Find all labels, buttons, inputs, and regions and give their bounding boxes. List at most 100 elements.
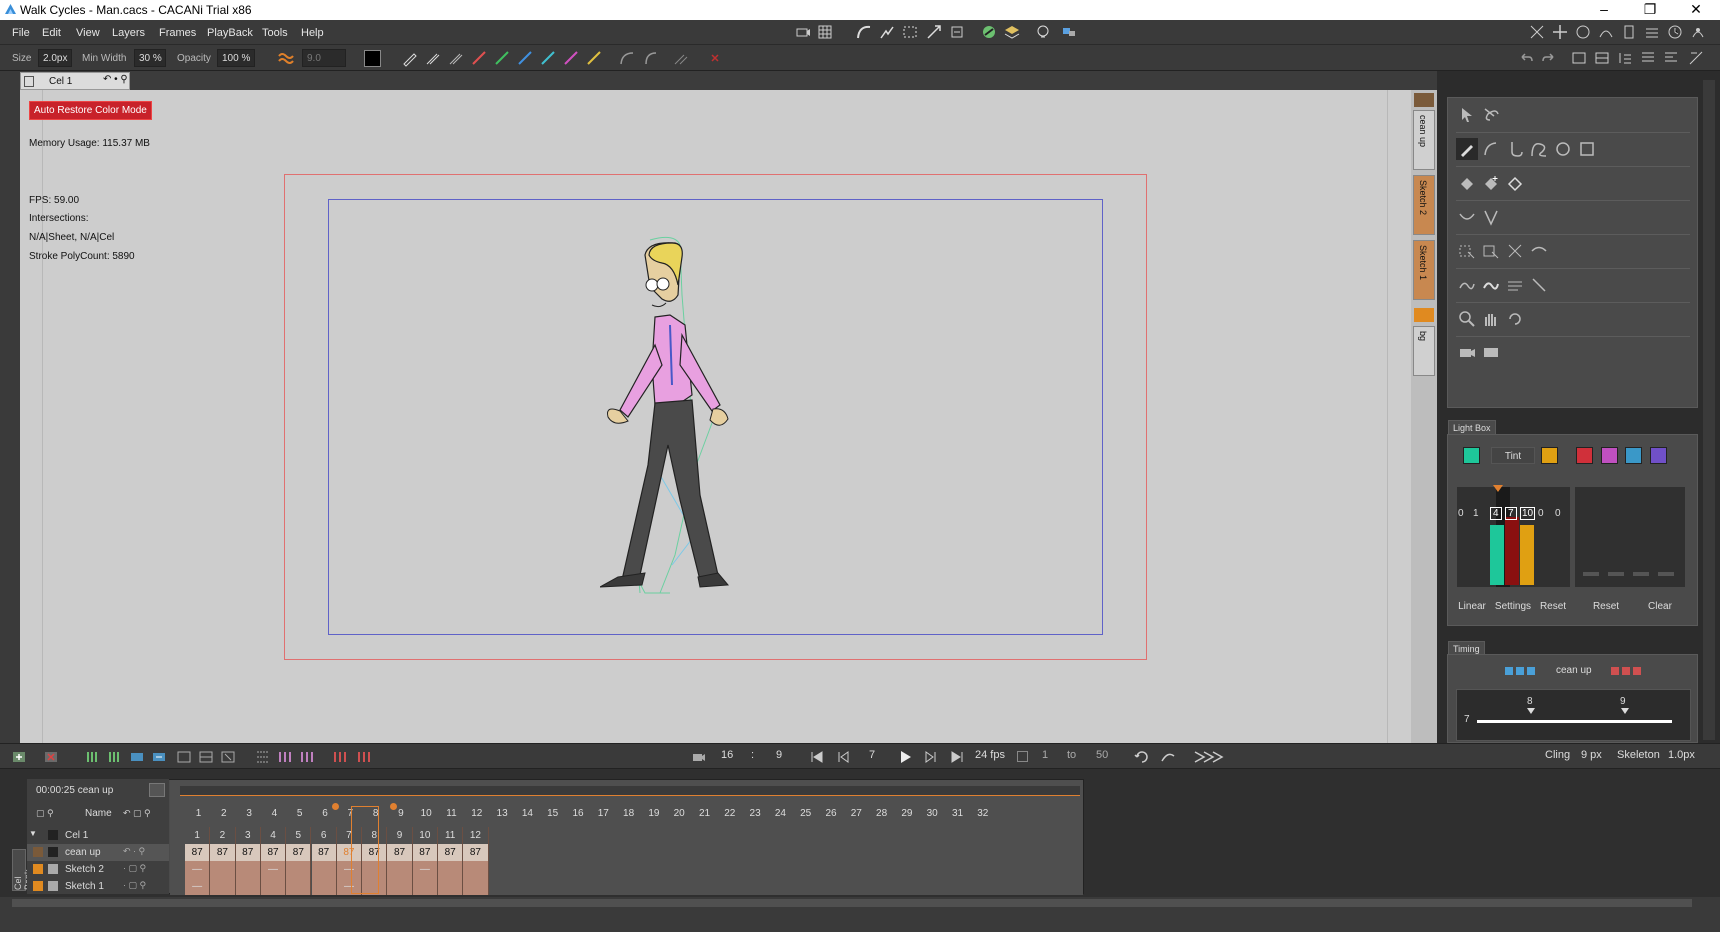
lightbox-orange-swatch[interactable]	[1541, 447, 1558, 464]
insert-frame2-icon[interactable]	[106, 748, 124, 766]
lightbox-cyan-swatch[interactable]	[1625, 447, 1642, 464]
xsheet-cell[interactable]: —	[185, 878, 211, 895]
join-tool-icon[interactable]	[1456, 206, 1478, 228]
frame-op7-icon[interactable]	[276, 748, 294, 766]
timing-marker-8-icon[interactable]	[1527, 708, 1535, 714]
frame-number[interactable]: 18	[615, 808, 642, 819]
range-to[interactable]: 50	[1096, 749, 1108, 761]
xsheet-cell[interactable]	[463, 861, 489, 878]
pen-magenta-icon[interactable]	[562, 49, 580, 67]
xsheet-cell[interactable]: 6	[311, 827, 337, 844]
xsheet-cell[interactable]: 87	[311, 844, 337, 861]
pingpong-icon[interactable]	[1159, 748, 1177, 766]
menu-edit[interactable]: Edit	[42, 27, 61, 39]
step-back-icon[interactable]	[834, 748, 852, 766]
opacity-field[interactable]: 100 %	[217, 49, 255, 67]
xsheet-cell[interactable]	[210, 861, 236, 878]
play-icon[interactable]	[896, 748, 914, 766]
frame-number[interactable]: 11	[438, 808, 465, 819]
frame-op10-icon[interactable]	[355, 748, 373, 766]
panel-f-icon[interactable]	[1687, 49, 1705, 67]
xsheet-cell[interactable]: 87	[412, 844, 438, 861]
fast-forward-icon[interactable]	[1192, 748, 1226, 766]
vertex-tool-icon[interactable]	[1480, 206, 1502, 228]
tool-f-icon[interactable]	[1666, 23, 1684, 41]
panel-b-icon[interactable]	[1593, 49, 1611, 67]
screen-tool-icon[interactable]	[1480, 342, 1502, 364]
xsheet-cell[interactable]	[260, 878, 287, 895]
frame-number[interactable]: 14	[514, 808, 541, 819]
frame-number[interactable]: 25	[792, 808, 819, 819]
smudge3-tool-icon[interactable]	[1504, 274, 1526, 296]
layer-row-icons[interactable]: ↶ · ⚲	[123, 846, 145, 857]
step-forward-icon[interactable]	[922, 748, 940, 766]
current-frame-readout[interactable]: 7	[869, 749, 875, 761]
circle-tool-icon[interactable]	[1552, 138, 1574, 160]
frame-number[interactable]: 23	[742, 808, 769, 819]
pen-yellow-icon[interactable]	[585, 49, 603, 67]
frame-op-icon[interactable]	[128, 748, 146, 766]
frame-number[interactable]: 1	[185, 808, 212, 819]
panel-e-icon[interactable]	[1662, 49, 1680, 67]
xsheet-cell[interactable]	[311, 878, 337, 895]
xsheet-cell[interactable]: 87	[286, 844, 312, 861]
header-lock-icons[interactable]: ▢ ⚲	[36, 808, 54, 819]
frame-number[interactable]: 13	[489, 808, 516, 819]
xsheet-cell[interactable]	[286, 878, 312, 895]
frame-grid[interactable]: 1 2 3 4 5 6 7 8 9 10 11 12 13 14 15 16 17 18 19 20 21 22 23 24 2…	[185, 806, 1085, 895]
undo-icon[interactable]	[1517, 49, 1535, 67]
minimize-button[interactable]: –	[1581, 0, 1627, 20]
zoom-tool-icon[interactable]	[1456, 308, 1478, 330]
marker-dot-icon[interactable]	[390, 803, 397, 810]
xsheet-cell[interactable]: 5	[286, 827, 312, 844]
layer-tab-sketch-2[interactable]: Sketch 2	[1413, 175, 1435, 235]
arc-tool-icon[interactable]	[1480, 138, 1502, 160]
pen-green-icon[interactable]	[493, 49, 511, 67]
frame-number[interactable]: 29	[893, 808, 920, 819]
xsheet-cell[interactable]	[438, 861, 464, 878]
frame-op8-icon[interactable]	[298, 748, 316, 766]
fill-tool-icon[interactable]	[1456, 172, 1478, 194]
frame-op6-icon[interactable]	[254, 748, 272, 766]
frame-number[interactable]: 17	[590, 808, 617, 819]
min-width-field[interactable]: 30 %	[134, 49, 166, 67]
frame-op4-icon[interactable]	[197, 748, 215, 766]
size-field[interactable]: 2.0px	[38, 49, 72, 67]
tool-d-icon[interactable]	[1620, 23, 1638, 41]
xsheet-cell[interactable]	[235, 861, 261, 878]
redo-icon[interactable]	[1540, 49, 1558, 67]
auto-restore-badge[interactable]: Auto Restore Color Mode	[29, 101, 152, 120]
lightbulb-icon[interactable]	[1034, 23, 1052, 41]
xsheet-cell[interactable]: 87	[463, 844, 489, 861]
lightbox-bar-green[interactable]	[1490, 525, 1504, 585]
loop-icon[interactable]	[1133, 748, 1151, 766]
hook-tool-icon[interactable]	[1504, 138, 1526, 160]
xsheet-camera-icon[interactable]	[149, 783, 165, 797]
clear-button[interactable]: Clear	[1644, 598, 1676, 615]
frame-number[interactable]: 16	[565, 808, 592, 819]
xsheet-cell[interactable]	[311, 861, 337, 878]
layer-tab-sketch-1[interactable]: Sketch 1	[1413, 240, 1435, 300]
curve-tool2-icon[interactable]	[641, 49, 659, 67]
layer-row-sketch-2[interactable]: Sketch 2 · ▢ ⚲	[27, 861, 169, 878]
cel-tab-visibility-icon[interactable]: ↶ • ⚲	[103, 74, 128, 85]
xsheet-cell[interactable]: —	[260, 861, 287, 878]
pen-multi2-icon[interactable]	[447, 49, 465, 67]
frame-number[interactable]: 15	[539, 808, 566, 819]
layer-row-sketch-1[interactable]: Sketch 1 · ▢ ⚲	[27, 878, 169, 895]
menu-frames[interactable]: Frames	[159, 27, 196, 39]
transform-icon[interactable]	[925, 23, 943, 41]
layer-tab-cean-up[interactable]: cean up	[1413, 110, 1435, 170]
frame-number[interactable]: 2	[210, 808, 237, 819]
xsheet-cell[interactable]: 87	[260, 844, 287, 861]
frame-number[interactable]: 32	[969, 808, 996, 819]
smudge-tool-icon[interactable]	[1456, 274, 1478, 296]
reset-left-button[interactable]: Reset	[1536, 598, 1570, 615]
line-tool-icon[interactable]	[1528, 274, 1550, 296]
close-button[interactable]: ✕	[1673, 0, 1719, 20]
frame-number[interactable]: 21	[691, 808, 718, 819]
go-first-icon[interactable]	[808, 748, 826, 766]
xsheet-cell[interactable]: 87	[235, 844, 261, 861]
tool-g-icon[interactable]	[1689, 23, 1707, 41]
panel-d-icon[interactable]	[1639, 49, 1657, 67]
